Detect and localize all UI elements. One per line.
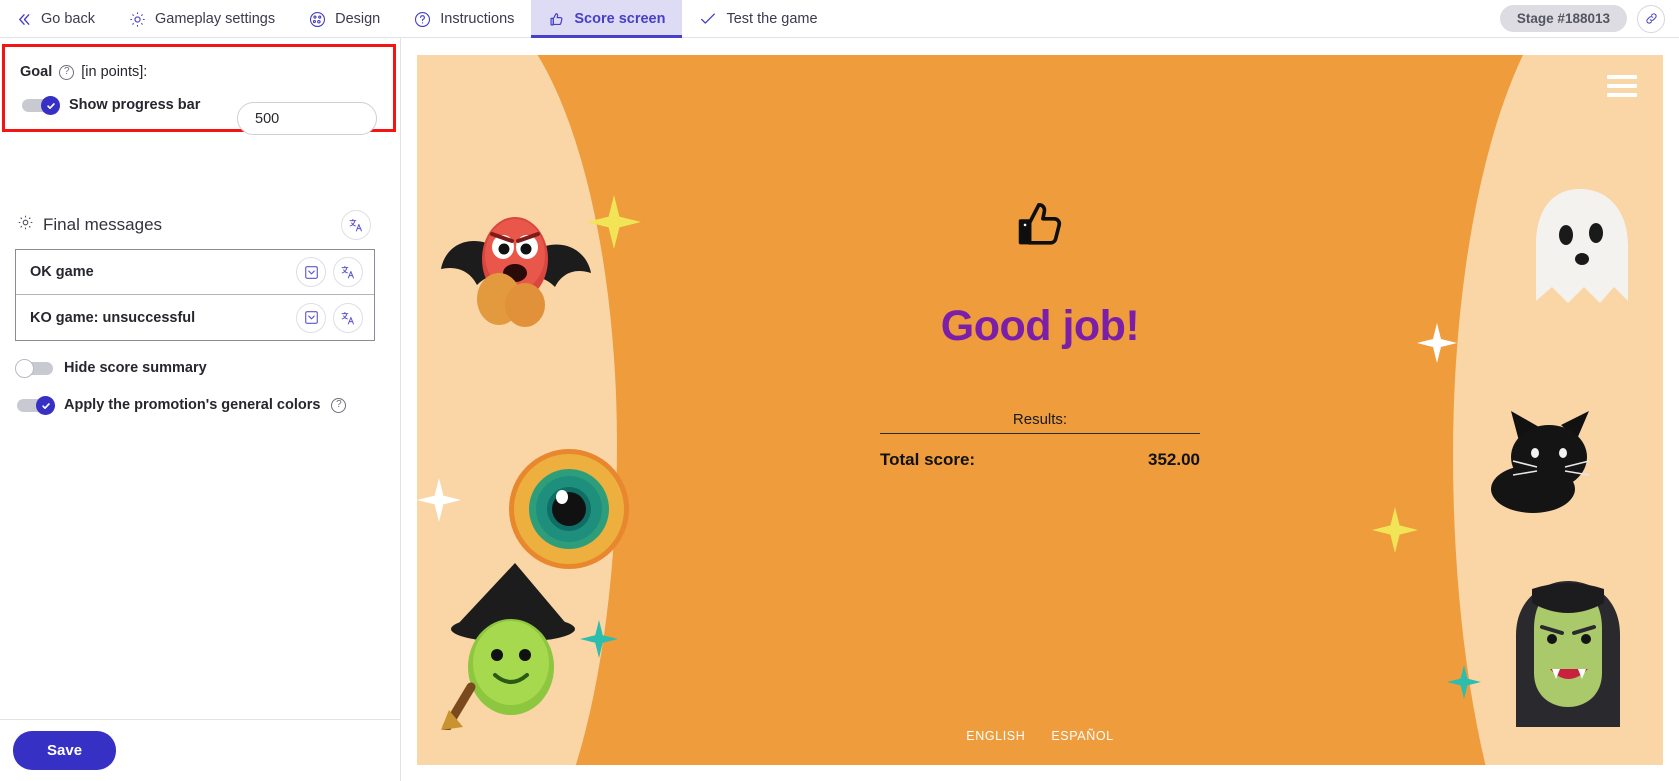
sparkle-decoration [1447, 665, 1481, 699]
list-item[interactable]: KO game: unsuccessful [16, 295, 374, 340]
hide-score-summary-row[interactable]: Hide score summary [15, 359, 207, 378]
check-icon [699, 10, 717, 28]
message-label: OK game [30, 264, 94, 280]
tab-label: Instructions [440, 11, 515, 27]
gear-icon [129, 11, 146, 28]
tab-gameplay-settings[interactable]: Gameplay settings [112, 0, 292, 38]
save-button[interactable]: Save [13, 731, 117, 770]
language-switcher: ENGLISH ESPAÑOL [417, 729, 1663, 743]
link-icon[interactable] [1637, 4, 1665, 33]
hamburger-menu-icon[interactable] [1607, 75, 1637, 97]
final-messages-list: OK game KO game: unsuccessful [15, 249, 375, 341]
language-link-english[interactable]: ENGLISH [966, 729, 1025, 743]
sparkle-decoration [1372, 507, 1418, 553]
tab-test-the-game[interactable]: Test the game [682, 0, 834, 38]
tab-label: Go back [41, 11, 95, 27]
gear-icon [17, 214, 34, 236]
top-tab-bar: Go back Gameplay settings Design Instruc… [0, 0, 1679, 38]
witch-candy-decoration [441, 563, 575, 730]
final-messages-title: Final messages [43, 215, 163, 234]
show-progress-bar-toggle[interactable] [22, 96, 60, 115]
palette-icon [309, 11, 326, 28]
sparkle-decoration [417, 478, 461, 522]
tab-label: Score screen [574, 11, 666, 27]
stage-badge[interactable]: Stage #188013 [1499, 5, 1627, 32]
results-label: Results: [1012, 411, 1068, 428]
apply-general-colors-toggle[interactable] [17, 396, 55, 415]
thumbs-up-icon [548, 11, 565, 28]
question-circle-icon[interactable]: ? [331, 397, 347, 413]
apply-general-colors-label: Apply the promotion's general colors [64, 397, 321, 413]
hide-score-summary-label: Hide score summary [64, 360, 207, 376]
goal-settings-highlight: Goal ? [in points]: Show progress bar [2, 44, 396, 135]
score-screen-preview: Good job! Results: Total score: 352.00 E… [417, 55, 1663, 765]
chevron-down-box-icon[interactable] [296, 257, 326, 287]
tab-design[interactable]: Design [292, 0, 397, 38]
chevron-down-box-icon[interactable] [296, 302, 326, 333]
tab-label: Test the game [726, 11, 818, 27]
final-messages-translate-button[interactable] [341, 210, 371, 240]
goal-input[interactable] [237, 102, 377, 135]
translate-icon[interactable] [333, 257, 363, 287]
goal-label-row: Goal ? [in points]: [5, 47, 393, 80]
show-progress-bar-label: Show progress bar [69, 97, 201, 113]
total-score-label: Total score: [880, 450, 976, 469]
apply-general-colors-row[interactable]: Apply the promotion's general colors ? [17, 396, 347, 415]
hide-score-summary-toggle[interactable] [15, 359, 53, 378]
question-circle-icon[interactable]: ? [59, 64, 75, 80]
tab-score-screen[interactable]: Score screen [531, 0, 683, 38]
goal-label: Goal [20, 64, 53, 80]
total-score-value: 352.00 [1148, 450, 1200, 469]
thumbs-up-icon [1011, 195, 1069, 258]
language-link-espanol[interactable]: ESPAÑOL [1051, 729, 1113, 743]
total-score-row: Total score: 352.00 [880, 434, 1200, 470]
translate-icon[interactable] [333, 302, 363, 333]
sidebar-footer: Save [0, 719, 400, 781]
score-summary: Good job! Results: Total score: 352.00 [417, 195, 1663, 470]
headline-message: Good job! [940, 302, 1140, 350]
results-block: Results: Total score: 352.00 [880, 411, 1200, 470]
tab-label: Gameplay settings [155, 11, 276, 27]
final-messages-header: Final messages [17, 214, 162, 236]
tab-label: Design [335, 11, 381, 27]
list-item[interactable]: OK game [16, 250, 374, 295]
settings-sidebar: Goal ? [in points]: Show progress bar Fi… [0, 38, 401, 781]
tab-go-back[interactable]: Go back [0, 0, 112, 38]
topbar-right-actions: Stage #188013 [1499, 0, 1679, 37]
question-circle-icon [414, 11, 431, 28]
goal-unit-label: [in points]: [81, 64, 148, 80]
chevrons-left-icon [17, 12, 32, 27]
sparkle-decoration [580, 620, 618, 658]
vampire-candy-decoration [1516, 581, 1620, 727]
tab-instructions[interactable]: Instructions [397, 0, 531, 38]
message-label: KO game: unsuccessful [30, 309, 196, 326]
